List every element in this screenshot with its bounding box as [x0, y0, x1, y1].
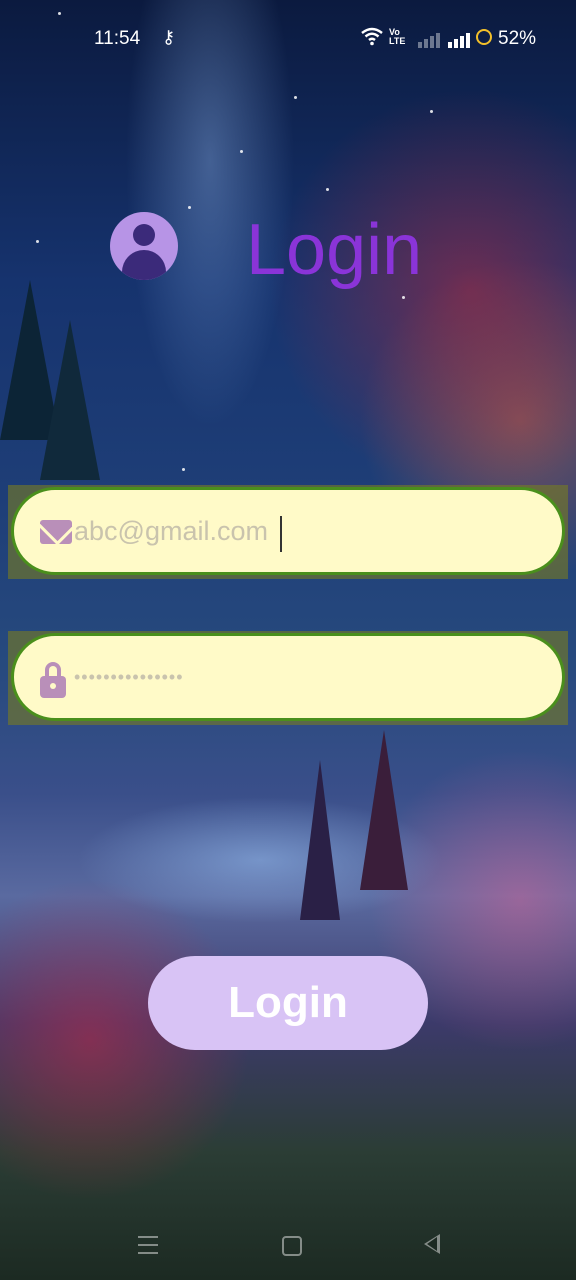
status-bar: 11:54 ⚷ Vo LTE 52% — [0, 0, 576, 78]
navigation-bar — [0, 1212, 576, 1280]
battery-percent: 52% — [498, 28, 537, 49]
key-icon: ⚷ — [162, 27, 176, 47]
password-field-container — [8, 631, 568, 725]
volte-label: Vo LTE — [389, 27, 406, 46]
text-cursor — [280, 516, 282, 552]
back-icon[interactable] — [424, 1234, 440, 1254]
password-input[interactable] — [74, 636, 514, 718]
battery-icon — [476, 29, 492, 45]
email-field-container — [8, 485, 568, 579]
home-icon[interactable] — [282, 1236, 302, 1256]
menu-icon[interactable] — [138, 1236, 158, 1254]
lock-icon — [40, 662, 66, 698]
mail-icon — [40, 520, 72, 544]
status-time: 11:54 — [94, 28, 141, 49]
page-title: Login — [246, 210, 423, 290]
account-circle-icon — [110, 212, 178, 280]
signal-icon — [448, 30, 472, 48]
signal-icon — [418, 30, 442, 48]
email-input[interactable] — [74, 490, 514, 572]
wifi-icon — [361, 27, 383, 46]
password-field[interactable] — [11, 633, 565, 721]
login-button[interactable]: Login — [148, 956, 428, 1050]
login-screen: 11:54 ⚷ Vo LTE 52% Login abc@gmail.com L… — [0, 0, 576, 1280]
email-field[interactable] — [11, 487, 565, 575]
